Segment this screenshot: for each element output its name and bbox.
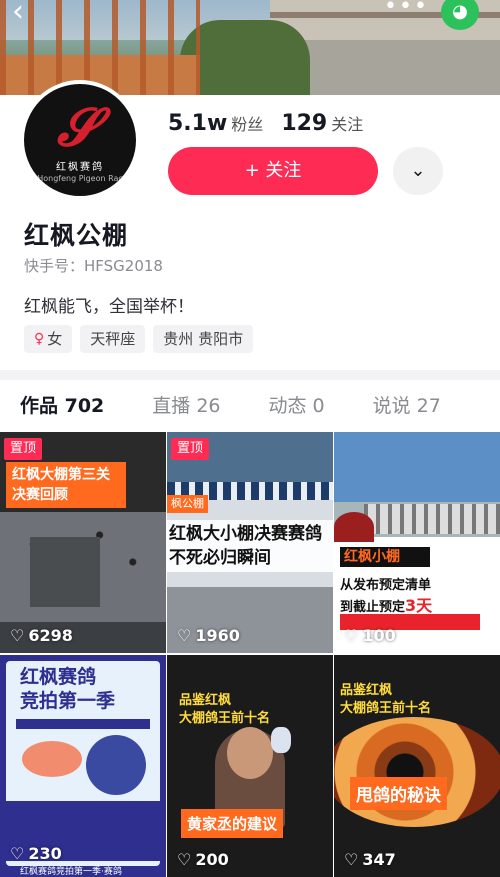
like-count: ♡ 1960: [177, 626, 240, 645]
like-count: ♡ 6298: [10, 626, 73, 645]
chevron-left-icon: ‹: [12, 0, 24, 29]
cover-heading: 红枫小棚: [340, 547, 430, 567]
location-tag-label: 贵州 贵阳市: [163, 330, 244, 348]
location-tag: 贵州 贵阳市: [153, 325, 254, 353]
zodiac-tag: 天秤座: [80, 325, 146, 353]
cover-sublabel: 枫公棚: [167, 495, 208, 513]
profile-tags: ♀ 女 天秤座 贵州 贵阳市: [24, 325, 254, 353]
video-tile[interactable]: 品鉴红枫 大棚鸽王前十名 黄家丞的建议 ♡ 200: [167, 655, 333, 877]
follow-button[interactable]: + 关注: [168, 147, 378, 195]
cover-card: 红枫赛鸽 竞拍第一季: [6, 661, 160, 866]
cover-vase: [271, 727, 291, 753]
cover-title: 红枫大棚第三关决赛回顾: [6, 462, 126, 508]
like-count: ♡ 230: [10, 844, 62, 863]
like-count-value: 347: [362, 850, 396, 869]
female-icon: ♀: [34, 331, 45, 347]
like-count-value: 6298: [28, 626, 73, 645]
cover-line2: 大棚鸽王前十名: [340, 701, 432, 716]
avatar-logo-subtext: Hongfeng Pigeon Rac: [37, 174, 123, 183]
section-divider: [0, 370, 500, 380]
avatar-logo-text: 红枫赛鸽: [56, 162, 104, 173]
account-id: 快手号：HFSG2018: [24, 257, 163, 275]
pinned-badge: 置顶: [171, 438, 210, 460]
profile-bio: 红枫能飞，全国举杯！: [24, 297, 194, 317]
video-grid: 置顶 红枫大棚第三关决赛回顾 ♡ 6298 置顶 枫公棚 红枫大小棚决赛赛鸽不死…: [0, 432, 500, 877]
cover-line2: 到截止预定3天: [340, 592, 432, 616]
cover-label: 甩鸽的秘诀: [350, 777, 447, 810]
tab-live[interactable]: 直播 26: [152, 380, 220, 432]
back-button[interactable]: ‹: [12, 0, 48, 30]
following-count[interactable]: 129: [281, 111, 327, 136]
banner-ground: [290, 40, 500, 95]
like-count: ♡ 200: [177, 850, 229, 869]
avatar[interactable]: 𝓢 红枫赛鸽 Hongfeng Pigeon Rac: [20, 80, 140, 200]
logo-icon: 𝓢: [54, 98, 108, 158]
like-count-value: 100: [362, 626, 396, 645]
content-tabs: 作品 702 直播 26 动态 0 说说 27: [0, 380, 500, 432]
heart-icon: ♡: [10, 844, 25, 863]
tab-posts[interactable]: 说说 27: [373, 380, 441, 432]
more-button[interactable]: •••: [384, 0, 427, 20]
like-count: ♡ 100: [344, 626, 396, 645]
cover-line2-text: 到截止预定: [340, 600, 406, 615]
pigeon-illustration: [86, 735, 146, 795]
like-count-value: 1960: [195, 626, 240, 645]
cover-bar: [16, 719, 150, 729]
cover-line1: 从发布预定清单: [340, 578, 432, 593]
cover-building: [30, 537, 100, 607]
heart-icon: ♡: [177, 626, 192, 645]
cover-shed: [364, 504, 500, 534]
expand-button[interactable]: ⌄: [393, 147, 443, 195]
profile-name: 红枫公棚: [24, 221, 129, 250]
like-count-value: 200: [195, 850, 229, 869]
cover-face: [227, 727, 273, 779]
wechat-icon: ◕: [452, 1, 468, 22]
pinned-badge: 置顶: [4, 438, 43, 460]
video-tile[interactable]: 红枫小棚 从发布预定清单 到截止预定3天 ♡ 100: [334, 432, 500, 653]
chevron-down-icon: ⌄: [410, 160, 426, 181]
zodiac-tag-label: 天秤座: [90, 330, 136, 348]
cover-line2: 竞拍第一季: [20, 690, 116, 712]
cover-tree: [334, 512, 374, 542]
fish-illustration: [22, 741, 82, 777]
cover-line2-highlight: 3天: [405, 596, 433, 615]
video-tile[interactable]: 品鉴红枫 大棚鸽王前十名 甩鸽的秘诀 ♡ 347: [334, 655, 500, 877]
tab-moments[interactable]: 动态 0: [269, 380, 325, 432]
followers-label[interactable]: 粉丝: [231, 111, 263, 135]
like-count: ♡ 347: [344, 850, 396, 869]
followers-count[interactable]: 5.1w: [168, 111, 227, 136]
cover-eye: [334, 717, 500, 827]
heart-icon: ♡: [344, 850, 359, 869]
cover-label: 黄家丞的建议: [181, 809, 284, 838]
cover-line1: 红枫赛鸽: [20, 666, 97, 688]
video-tile[interactable]: 置顶 红枫大棚第三关决赛回顾 ♡ 6298: [0, 432, 166, 653]
following-label[interactable]: 关注: [331, 111, 363, 135]
cover-line2: 大棚鸽王前十名: [179, 711, 271, 726]
like-count-value: 230: [28, 844, 62, 863]
profile-card: 𝓢 红枫赛鸽 Hongfeng Pigeon Rac 5.1w 粉丝 129 关…: [0, 80, 500, 385]
more-dots-icon: •••: [384, 0, 429, 19]
heart-icon: ♡: [344, 626, 359, 645]
profile-stats: 5.1w 粉丝 129 关注: [168, 111, 381, 139]
heart-icon: ♡: [10, 626, 25, 645]
cover-line1: 品鉴红枫: [340, 683, 393, 698]
video-tile[interactable]: 红枫赛鸽 竞拍第一季 红枫赛鸽竞拍第一季·赛鸽 ♡ 230: [0, 655, 166, 877]
cover-line1: 品鉴红枫: [179, 693, 232, 708]
gender-tag-label: 女: [47, 330, 63, 348]
gender-tag: ♀ 女: [24, 325, 73, 353]
heart-icon: ♡: [177, 850, 192, 869]
cover-title: 红枫大小棚决赛赛鸽不死必归瞬间: [167, 520, 333, 572]
video-tile[interactable]: 置顶 枫公棚 红枫大小棚决赛赛鸽不死必归瞬间 ♡ 1960: [167, 432, 333, 653]
cover-caption: 红枫赛鸽竞拍第一季·赛鸽: [20, 867, 122, 877]
tab-works[interactable]: 作品 702: [20, 380, 104, 432]
